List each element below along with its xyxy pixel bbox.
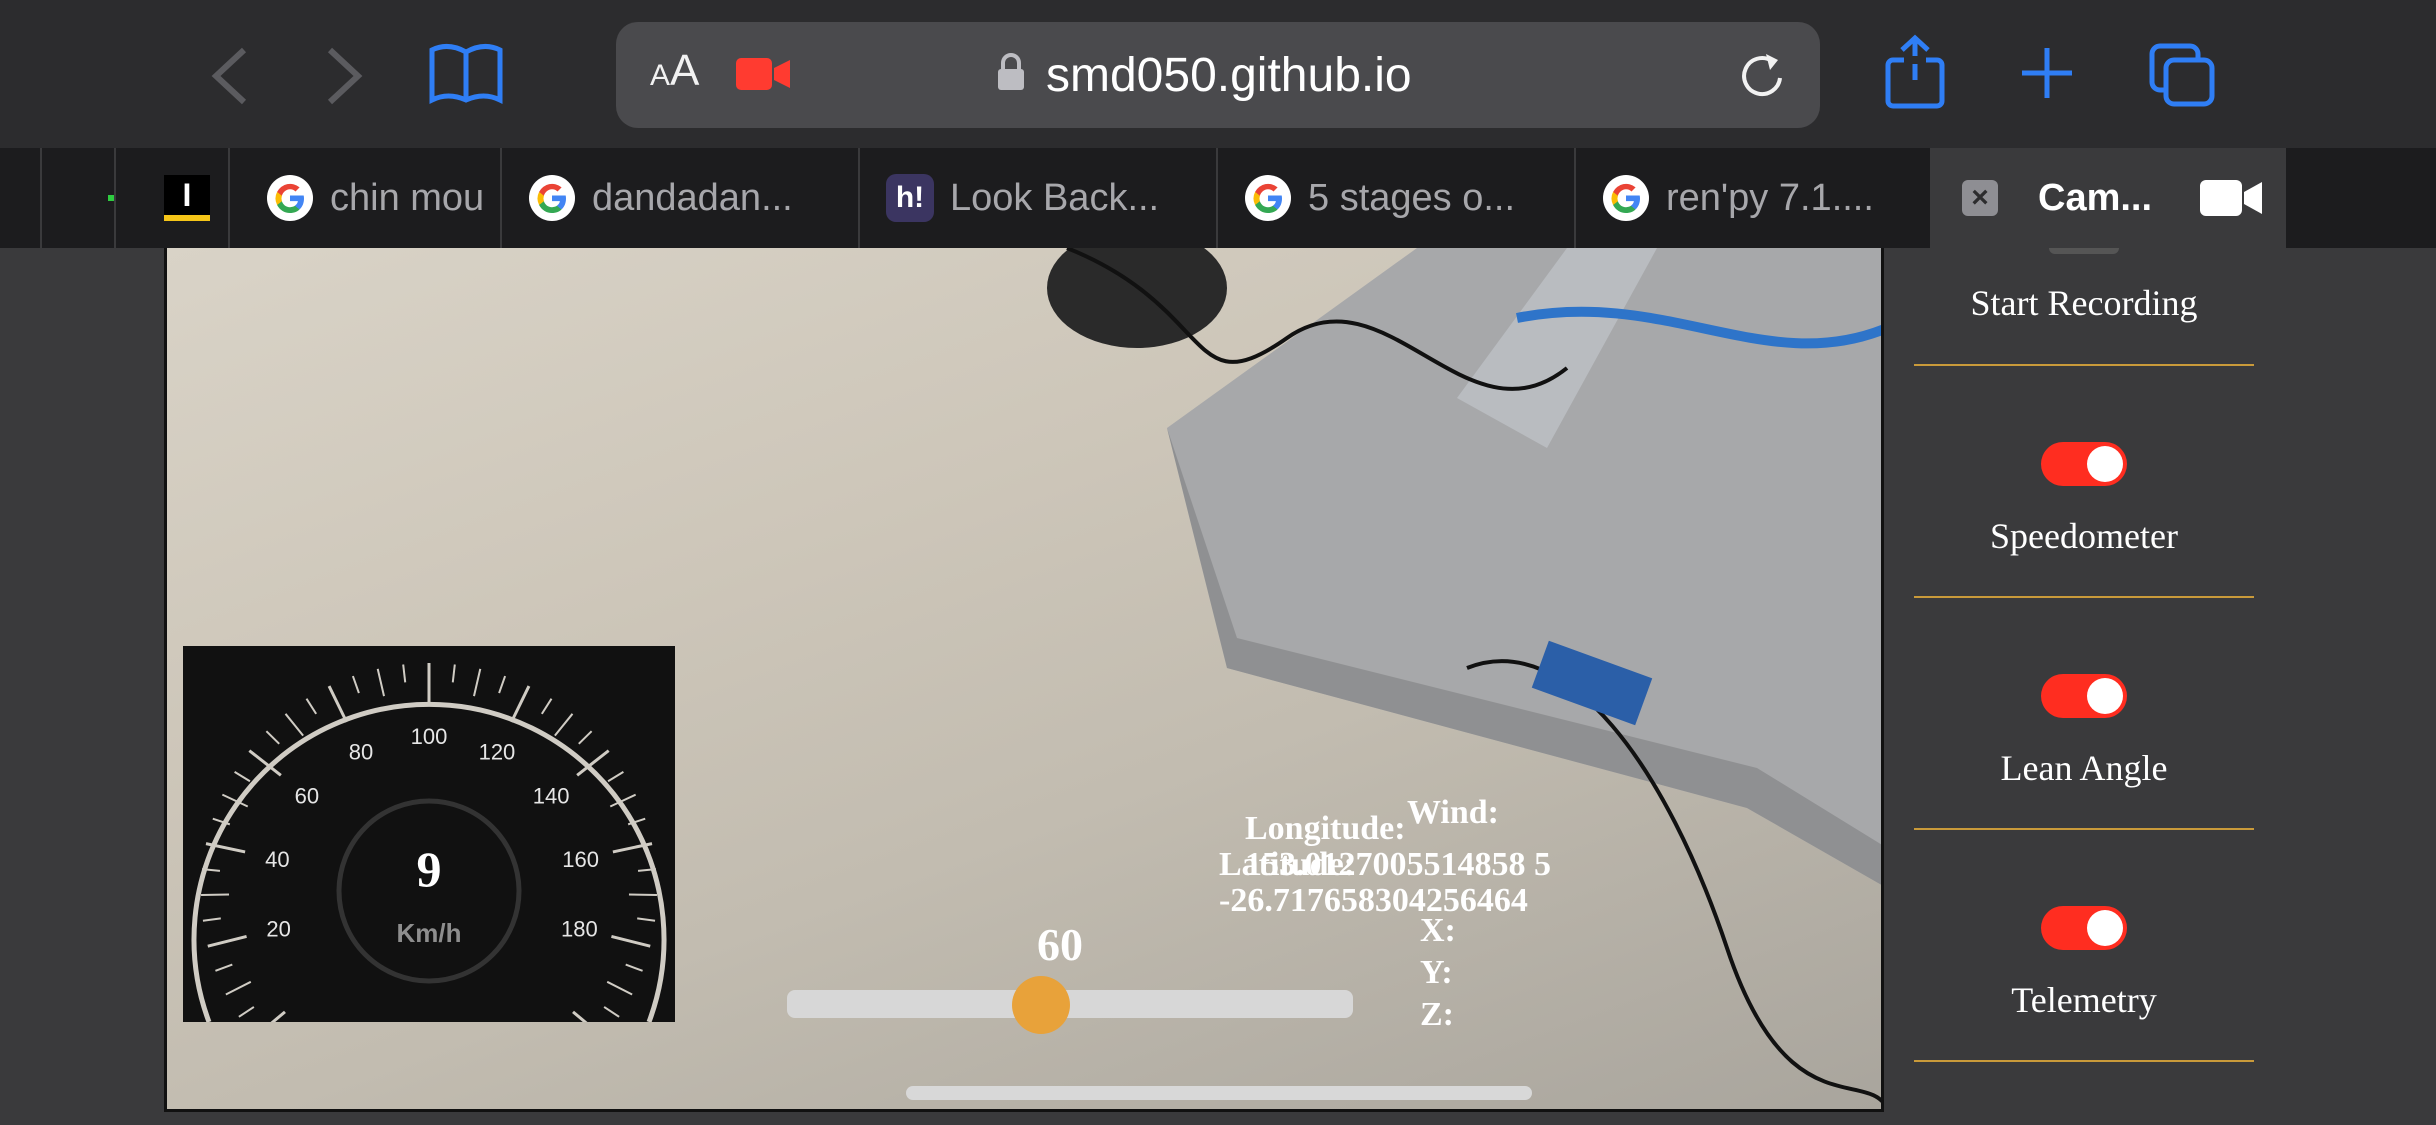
gauge-tick [265,730,280,745]
toggle-knob [2087,678,2123,714]
bookmarks-book-icon[interactable] [428,42,504,106]
google-icon [529,175,575,221]
gauge-tick [351,675,360,694]
toggle-knob [2087,446,2123,482]
google-icon [1603,175,1649,221]
tab-camera-active[interactable]: × Cam... [1930,148,2286,248]
gauge-tick [327,685,348,723]
share-icon[interactable] [1884,34,1946,110]
gauge-tick [234,771,251,783]
y-label: Y: [1420,954,1453,991]
gauge-tick [376,668,385,697]
start-recording-label: Start Recording [1970,283,2198,323]
speedometer-toggle[interactable] [2041,442,2127,486]
telemetry-label: Telemetry [2011,980,2157,1020]
browser-toolbar: AA smd050.github.io [0,0,2436,148]
tab-look-back[interactable]: h! Look Back... [858,148,1216,248]
control-sidebar: Start Recording Speedometer Lean Angle T… [1884,248,2284,1112]
wind-label: Wind: [1407,794,1499,831]
tab-renpy[interactable]: ren'py 7.1.... [1574,148,1930,248]
gauge-tick [451,664,456,683]
latitude-value: -26.717658304256464 [1219,882,1528,919]
gauge-tick [554,713,574,737]
gauge-tick [225,980,252,996]
lean-angle-item: Lean Angle [1914,598,2254,830]
gauge-tick [606,980,633,996]
speedometer-gauge: 20406080100120140160180 [191,663,667,1039]
slider-value: 60 [1037,919,1083,970]
i-logo-icon: I [164,175,210,221]
close-tab-icon[interactable]: × [1962,180,1998,216]
gauge-tick [603,1006,620,1018]
record-button-edge[interactable] [2049,248,2119,254]
new-tab-plus-icon[interactable] [2020,46,2074,100]
forward-chevron-icon[interactable] [322,44,366,108]
camera-recording-icon[interactable] [736,56,790,92]
gauge-tick [473,668,482,697]
gauge-tick [215,963,233,972]
google-icon [267,175,313,221]
lean-angle-toggle[interactable] [2041,674,2127,718]
speed-unit: Km/h [396,918,462,948]
lean-angle-label: Lean Angle [2000,748,2168,788]
tab-label: Cam... [2038,176,2153,219]
tab-label: Look Back... [950,176,1160,219]
speedometer-label: Speedometer [1990,516,2178,556]
gauge-tick-label: 140 [533,784,570,809]
url-text[interactable]: smd050.github.io [1046,48,1646,103]
gauge-tick [540,698,553,715]
address-bar[interactable]: AA smd050.github.io [616,22,1820,128]
video-camera-icon [2200,180,2263,216]
tab-chin-mou[interactable]: chin mou [228,148,500,248]
tab-label: ren'py 7.1.... [1666,176,1874,219]
gauge-tick [284,713,304,737]
text-size-button[interactable]: AA [650,46,699,96]
h-logo-icon: h! [886,174,934,222]
speedometer-item: Speedometer [1914,366,2254,598]
telemetry-toggle[interactable] [2041,906,2127,950]
camera-feed: 20 40 60 80 100 120 140 160 180 9 Km/h Wind: Lon… [164,248,1884,1112]
tab-label: 5 stages o... [1308,176,1516,219]
tab-5-stages[interactable]: 5 stages o... [1216,148,1574,248]
tab-label: dandadan... [592,176,793,219]
speedometer-widget: 20 40 60 80 100 120 140 160 180 9 Km/h [183,646,675,1039]
reload-icon[interactable] [1736,50,1788,102]
gauge-tick-label: 100 [411,724,448,749]
gauge-tick [305,698,318,715]
speed-value: 9 [416,841,442,897]
gauge-tick [510,685,531,723]
gauge-tick [578,730,593,745]
tab-dandadan[interactable]: dandadan... [500,148,858,248]
tab-bar: I chin mou dandadan... h! Look Back... 5… [0,148,2436,248]
tab-site[interactable] [40,148,114,248]
gauge-tick [402,664,407,683]
back-chevron-icon[interactable] [208,44,252,108]
gauge-tick-label: 80 [349,740,373,765]
tabs-overview-icon[interactable] [2148,42,2218,108]
scroll-indicator[interactable] [906,1086,1532,1100]
gauge-tick [498,675,507,694]
slider-track[interactable] [787,990,1353,1018]
lock-icon [998,53,1024,90]
gauge-tick [572,1010,605,1039]
tab-i-logo[interactable]: I [114,148,228,248]
tab-label: chin mou [330,176,485,219]
gauge-tick-label: 60 [295,784,319,809]
telemetry-item: Telemetry [1914,830,2254,1062]
gauge-tick [625,963,643,972]
gauge-tick-label: 120 [479,740,516,765]
start-recording-item[interactable]: Start Recording [1914,248,2254,366]
slider-thumb[interactable] [1011,976,1070,1034]
gauge-tick [253,1010,286,1039]
gauge-tick [238,1006,255,1018]
z-label: Z: [1420,996,1454,1033]
longitude-value: 153.0127005514858 5 [1245,846,1551,883]
toggle-knob [2087,910,2123,946]
gauge-tick [607,771,624,783]
page-content: 20 40 60 80 100 120 140 160 180 9 Km/h Wind: Lon… [0,248,2436,1125]
longitude-label: Longitude: [1245,810,1406,847]
x-label: X: [1420,912,1456,949]
google-icon [1245,175,1291,221]
